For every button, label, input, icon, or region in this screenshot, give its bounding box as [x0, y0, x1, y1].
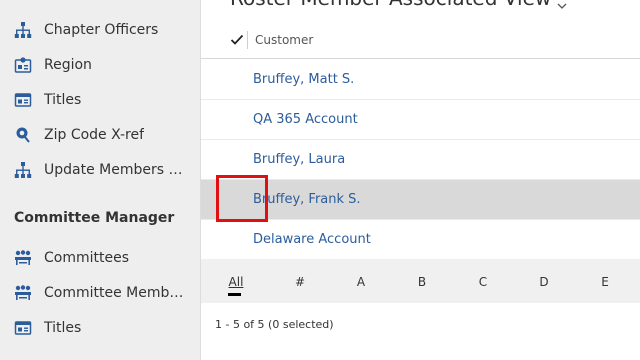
sidebar-item-label: Committee Members	[44, 284, 189, 301]
jump-all[interactable]: All	[226, 275, 246, 296]
id-card-icon	[14, 319, 32, 337]
sidebar-item-committee-members[interactable]: Committee Members	[0, 275, 200, 310]
sidebar-item-update-members[interactable]: Update Members Ch...	[0, 152, 200, 187]
sidebar-item-zip-code-xref[interactable]: Zip Code X-ref	[0, 117, 200, 152]
group-icon	[14, 284, 32, 302]
table-row-selected[interactable]: Bruffey, Frank S.	[201, 180, 640, 220]
location-pin-icon	[14, 126, 32, 144]
main-panel: Roster Member Associated View Customer B…	[201, 0, 640, 360]
select-all-checkmark-icon[interactable]	[229, 32, 245, 48]
customer-link[interactable]: Bruffey, Frank S.	[253, 192, 361, 207]
jump-e[interactable]: E	[595, 275, 615, 289]
jump-c[interactable]: C	[473, 275, 493, 289]
jump-d[interactable]: D	[534, 275, 554, 289]
customer-link[interactable]: Delaware Account	[253, 232, 371, 247]
org-chart-icon	[14, 21, 32, 39]
table-row[interactable]: QA 365 Account	[201, 100, 640, 140]
jump-bar: All # A B C D E	[201, 259, 640, 303]
sidebar-item-label: Chapter Officers	[44, 21, 159, 38]
table-row[interactable]: Delaware Account	[201, 220, 640, 260]
table-row[interactable]: Bruffey, Matt S.	[201, 60, 640, 100]
section-title-committee-manager: Committee Manager	[14, 210, 175, 226]
header-divider	[247, 31, 248, 49]
grid-header: Customer	[201, 22, 640, 59]
column-header-customer[interactable]: Customer	[255, 33, 313, 47]
sidebar-item-label: Zip Code X-ref	[44, 126, 145, 143]
view-title[interactable]: Roster Member Associated View	[230, 0, 551, 10]
sidebar-item-committee-titles[interactable]: Titles	[0, 310, 200, 345]
table-row[interactable]: Bruffey, Laura	[201, 140, 640, 180]
id-card-icon	[14, 91, 32, 109]
sidebar: Chapter Officers Region Titles Zip Code …	[0, 0, 201, 360]
sidebar-item-label: Titles	[44, 319, 82, 336]
jump-hash[interactable]: #	[290, 275, 310, 289]
sidebar-item-label: Committees	[44, 249, 130, 266]
sidebar-item-committees[interactable]: Committees	[0, 240, 200, 275]
jump-b[interactable]: B	[412, 275, 432, 289]
sidebar-item-chapter-officers[interactable]: Chapter Officers	[0, 12, 200, 47]
map-card-icon	[14, 56, 32, 74]
customer-link[interactable]: Bruffey, Laura	[253, 152, 345, 167]
sidebar-item-label: Titles	[44, 91, 82, 108]
sidebar-item-label: Region	[44, 56, 92, 73]
group-icon	[14, 249, 32, 267]
sidebar-item-region[interactable]: Region	[0, 47, 200, 82]
org-chart-icon	[14, 161, 32, 179]
chevron-down-icon[interactable]	[557, 0, 567, 13]
jump-a[interactable]: A	[351, 275, 371, 289]
customer-link[interactable]: Bruffey, Matt S.	[253, 72, 354, 87]
customer-link[interactable]: QA 365 Account	[253, 112, 358, 127]
sidebar-item-titles[interactable]: Titles	[0, 82, 200, 117]
sidebar-item-label: Update Members Ch...	[44, 161, 189, 178]
record-count: 1 - 5 of 5 (0 selected)	[215, 318, 334, 331]
